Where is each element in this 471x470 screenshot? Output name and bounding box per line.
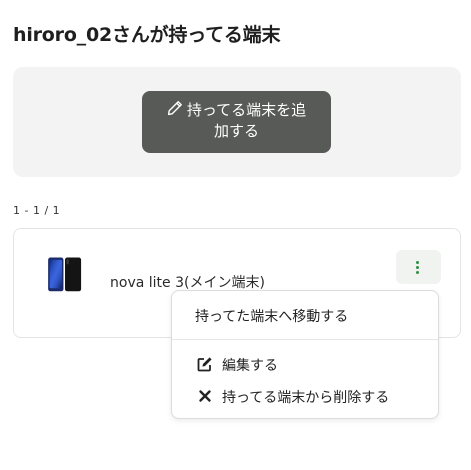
pencil-icon (167, 101, 182, 116)
device-name: nova lite 3(メイン端末) (110, 275, 265, 291)
close-icon (199, 390, 211, 402)
add-device-panel: 持ってる端末を追 加する (13, 67, 461, 177)
menu-item-label: 編集する (222, 358, 278, 374)
menu-item-label: 持ってた端末へ移動する (195, 309, 349, 325)
result-count: 1 - 1 / 1 (13, 204, 61, 217)
device-menu-button[interactable] (396, 250, 441, 284)
menu-item-delete[interactable]: 持ってる端末から削除する (172, 387, 438, 407)
add-device-button-label-line1: 持ってる端末を追 (186, 101, 307, 119)
menu-item-label: 持ってる端末から削除する (222, 390, 390, 406)
add-device-button-label-line2: 加する (213, 122, 259, 140)
smartphone-icon (48, 257, 82, 292)
page-title: hiroro_02さんが持ってる端末 (13, 24, 281, 46)
menu-divider (172, 339, 438, 340)
device-dropdown-menu: 持ってた端末へ移動する 編集する 持ってる端末から削除する (171, 290, 439, 419)
menu-item-move-to-past[interactable]: 持ってた端末へ移動する (172, 306, 438, 326)
page: hiroro_02さんが持ってる端末 持ってる端末を追 加する 1 - 1 / … (0, 0, 471, 470)
menu-item-edit[interactable]: 編集する (172, 355, 438, 375)
add-device-button[interactable]: 持ってる端末を追 加する (142, 91, 331, 153)
kebab-menu-icon (416, 261, 420, 275)
edit-icon (197, 357, 212, 372)
